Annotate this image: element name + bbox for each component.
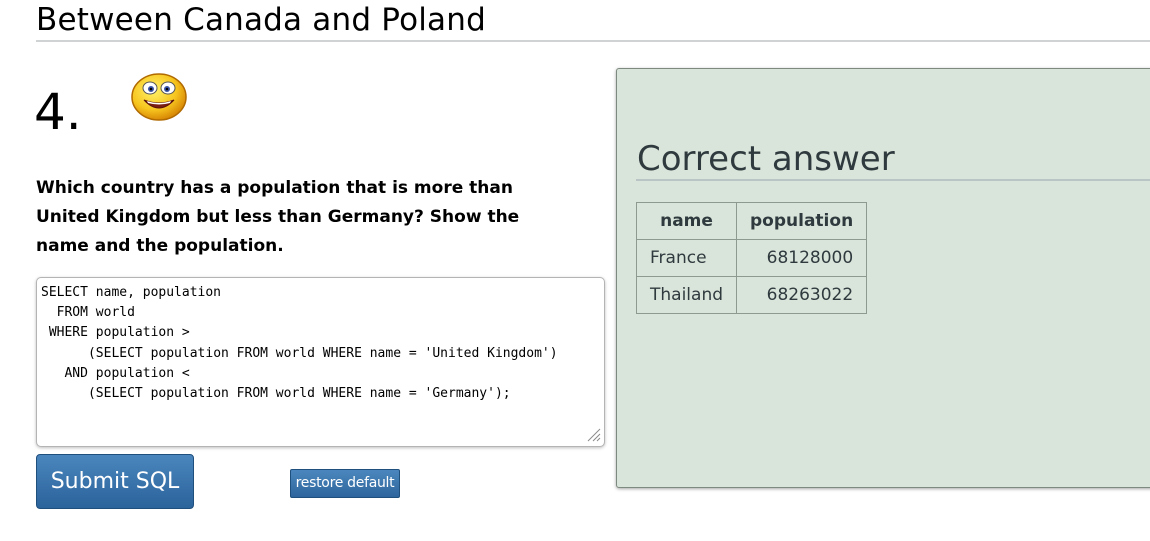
resize-grip-icon[interactable] <box>585 426 601 442</box>
table-row: Thailand 68263022 <box>635 276 868 314</box>
smiley-face-icon <box>131 73 187 121</box>
submit-sql-button[interactable]: Submit SQL <box>36 454 194 509</box>
page: Between Canada and Poland 4. Which count… <box>0 0 1150 541</box>
answer-table: name population France 68128000 Thailand… <box>635 202 868 314</box>
title-divider <box>36 40 1150 42</box>
table-row: France 68128000 <box>635 239 868 277</box>
cell-name: Thailand <box>635 276 738 314</box>
restore-default-button[interactable]: restore default <box>290 469 400 498</box>
column-header-population: population <box>736 202 868 240</box>
answer-divider <box>636 179 1150 181</box>
cell-population: 68128000 <box>736 239 868 277</box>
question-number: 4. <box>34 83 82 141</box>
column-header-name: name <box>635 202 738 240</box>
answer-title: Correct answer <box>637 139 895 179</box>
question-text: Which country has a population that is m… <box>36 178 520 256</box>
section-title: Between Canada and Poland <box>36 2 486 38</box>
table-header-row: name population <box>635 202 868 240</box>
cell-name: France <box>635 239 738 277</box>
sql-editor[interactable]: SELECT name, population FROM world WHERE… <box>36 277 605 447</box>
cell-population: 68263022 <box>736 276 868 314</box>
answer-panel: Correct answer name population France 68… <box>616 68 1150 488</box>
